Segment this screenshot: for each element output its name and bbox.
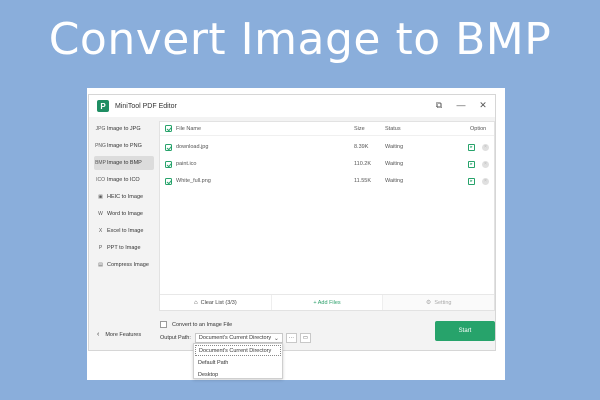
setting-button[interactable]: ⚙ Setting: [383, 295, 495, 310]
minimize-icon[interactable]: —: [455, 99, 467, 111]
file-list-panel: File Name Size Status Option download.jp…: [159, 121, 495, 311]
sidebar-item-label: Compress Image: [107, 262, 149, 268]
table-row[interactable]: White_full.png 11.55K Waiting ▸ ×: [160, 174, 494, 188]
jpg-icon: JPG: [95, 126, 106, 132]
file-name: White_full.png: [176, 178, 211, 184]
sidebar-item-heic-to-image[interactable]: ▣ HEIC to Image: [94, 190, 154, 204]
row-checkbox[interactable]: [165, 143, 172, 151]
sidebar-item-image-to-png[interactable]: PNG Image to PNG: [94, 139, 154, 153]
output-path-value: Document's Current Directory: [198, 335, 272, 341]
sidebar-item-label: HEIC to Image: [107, 194, 144, 200]
table-row[interactable]: paint.ico 110.2K Waiting ▸ ×: [160, 157, 494, 171]
output-path-select[interactable]: Document's Current Directory ⌄: [194, 333, 283, 343]
dropdown-option-desktop[interactable]: Desktop: [194, 369, 282, 380]
clear-list-button[interactable]: ⌂ Clear List (3/3): [160, 295, 271, 310]
hero-title: Convert Image to BMP: [48, 14, 552, 65]
table-row[interactable]: download.jpg 8.39K Waiting ▸ ×: [160, 140, 494, 154]
chevron-down-icon: ⌄: [273, 336, 279, 342]
gear-icon: ⚙: [425, 300, 432, 306]
pin-icon[interactable]: ⧉: [433, 99, 445, 111]
file-name: paint.ico: [176, 161, 197, 167]
sidebar-item-image-to-ico[interactable]: ICO Image to ICO: [94, 173, 154, 187]
file-status: Waiting: [385, 144, 404, 150]
row-checkbox[interactable]: [165, 177, 172, 185]
close-icon[interactable]: ✕: [477, 99, 489, 111]
heic-icon: ▣: [98, 194, 103, 200]
open-folder-button[interactable]: ▭: [299, 333, 311, 343]
column-header-option: Option: [470, 125, 487, 132]
table-header: File Name Size Status Option: [160, 122, 494, 136]
more-features-button[interactable]: ‹ More Features: [97, 331, 141, 338]
sidebar-item-label: Image to ICO: [107, 177, 140, 183]
delete-icon[interactable]: ×: [482, 177, 489, 185]
sidebar-item-label: PPT to Image: [107, 245, 141, 251]
sidebar-item-label: Word to Image: [107, 211, 143, 217]
file-name: download.jpg: [176, 144, 209, 150]
setting-label: Setting: [434, 299, 452, 306]
delete-icon[interactable]: ×: [482, 143, 489, 151]
select-all-checkbox[interactable]: [165, 125, 172, 132]
app-window: P MiniTool PDF Editor ⧉ — ✕ JPG Image to…: [88, 94, 496, 351]
dropdown-option-default-path[interactable]: Default Path: [194, 357, 282, 368]
column-header-name: File Name: [176, 125, 202, 132]
sidebar-item-image-to-jpg[interactable]: JPG Image to JPG: [94, 122, 154, 136]
row-checkbox[interactable]: [165, 160, 172, 168]
sidebar-item-excel-to-image[interactable]: X Excel to Image: [94, 224, 154, 238]
chevron-left-icon: ‹: [97, 331, 100, 338]
sidebar-item-image-to-bmp[interactable]: BMP Image to BMP: [94, 156, 154, 170]
column-header-size: Size: [354, 125, 365, 132]
dropdown-option-current-directory[interactable]: Document's Current Directory: [195, 345, 281, 356]
compress-icon: ▤: [98, 262, 103, 268]
convert-to-image-option[interactable]: Convert to an Image File: [160, 321, 232, 328]
file-size: 11.55K: [354, 178, 372, 184]
clear-list-label: Clear List (3/3): [200, 299, 237, 306]
word-icon: W: [98, 211, 103, 217]
app-title: MiniTool PDF Editor: [115, 102, 177, 110]
open-file-icon[interactable]: ▸: [468, 177, 475, 185]
png-icon: PNG: [95, 143, 106, 149]
bmp-icon: BMP: [95, 160, 106, 166]
output-path-dropdown: Document's Current Directory Default Pat…: [193, 343, 283, 379]
sidebar-item-label: Image to JPG: [107, 126, 141, 132]
open-file-icon[interactable]: ▸: [468, 143, 475, 151]
broom-icon: ⌂: [193, 299, 198, 306]
folder-icon: ▭: [302, 335, 308, 341]
start-button[interactable]: Start: [435, 321, 495, 341]
file-size: 110.2K: [354, 161, 372, 167]
more-features-label: More Features: [105, 331, 142, 338]
delete-icon[interactable]: ×: [482, 160, 489, 168]
sidebar-item-compress-image[interactable]: ▤ Compress Image: [94, 258, 154, 272]
open-file-icon[interactable]: ▸: [468, 160, 475, 168]
sidebar-item-label: Excel to Image: [107, 228, 144, 234]
ppt-icon: P: [98, 245, 103, 251]
convert-checkbox[interactable]: [160, 321, 167, 328]
sidebar: JPG Image to JPG PNG Image to PNG BMP Im…: [89, 117, 157, 351]
sidebar-item-word-to-image[interactable]: W Word to Image: [94, 207, 154, 221]
file-status: Waiting: [385, 178, 404, 184]
output-path-row: Output Path: Document's Current Director…: [160, 333, 311, 343]
excel-icon: X: [98, 228, 103, 234]
ico-icon: ICO: [96, 177, 105, 183]
browse-more-button[interactable]: ···: [285, 333, 297, 343]
titlebar: P MiniTool PDF Editor ⧉ — ✕: [89, 95, 495, 117]
app-logo: P: [97, 100, 109, 112]
add-files-button[interactable]: + Add Files: [270, 295, 384, 310]
output-path-label: Output Path:: [160, 335, 191, 341]
sidebar-item-label: Image to PNG: [107, 143, 142, 149]
file-status: Waiting: [385, 161, 404, 167]
window-controls: ⧉ — ✕: [433, 99, 489, 111]
convert-label: Convert to an Image File: [172, 321, 233, 328]
file-toolbar: ⌂ Clear List (3/3) + Add Files ⚙ Setting: [160, 294, 495, 310]
column-header-status: Status: [385, 125, 401, 132]
sidebar-item-ppt-to-image[interactable]: P PPT to Image: [94, 241, 154, 255]
sidebar-item-label: Image to BMP: [107, 160, 142, 166]
file-size: 8.39K: [354, 144, 369, 150]
